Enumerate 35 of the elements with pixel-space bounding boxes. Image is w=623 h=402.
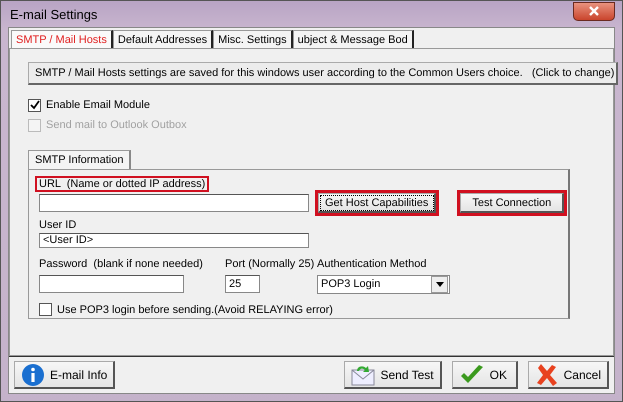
close-icon [588,6,600,16]
auth-method-dropdown[interactable]: POP3 Login [317,274,450,294]
checkbox-label: Send mail to Outlook Outbox [46,119,187,131]
checkbox-label: Use POP3 login before sending.(Avoid RELAYING error) [57,304,333,316]
cross-icon [534,362,559,386]
tab[interactable]: Default Addresses [112,30,214,48]
tab[interactable]: Misc. Settings [213,30,293,48]
tab[interactable]: SMTP / Mail Hosts [11,30,113,48]
footer-button[interactable]: OK [452,361,518,389]
dropdown-arrow-icon [436,282,444,287]
action-button[interactable]: Test Connection [460,193,564,213]
port-field[interactable]: 25 [225,274,260,293]
group-tab[interactable]: SMTP Information [28,150,132,169]
envelope-icon [351,364,376,386]
footer-button[interactable]: E-mail Info [14,361,116,389]
checkmark-icon [458,364,485,386]
footer-button[interactable]: Send Test [344,361,442,389]
settings-scope-button[interactable]: SMTP / Mail Hosts settings are saved for this windows user according to the Common Users choice. (Click to change) [28,62,618,85]
close-button[interactable] [573,2,615,20]
checkbox[interactable] [39,303,52,316]
footer-button[interactable]: Cancel [528,361,609,389]
field-label: Password (blank if none needed) [38,256,204,272]
field-label: User ID [38,218,78,233]
url-field[interactable] [39,194,309,212]
field-label: Authentication Method [316,256,428,272]
checkbox-label: Enable Email Module [46,99,150,111]
info-icon [21,362,45,386]
field-label: Port (Normally 25) [224,256,316,272]
field-label: URL (Name or dotted IP address) [35,176,210,192]
window-title: E-mail Settings [9,6,98,22]
checkbox[interactable] [28,98,41,112]
tab[interactable]: ubject & Message Bod [292,30,414,48]
password-field[interactable] [39,274,184,293]
action-button[interactable]: Get Host Capabilities [318,193,436,213]
user-id-field[interactable]: <User ID> [39,233,309,248]
